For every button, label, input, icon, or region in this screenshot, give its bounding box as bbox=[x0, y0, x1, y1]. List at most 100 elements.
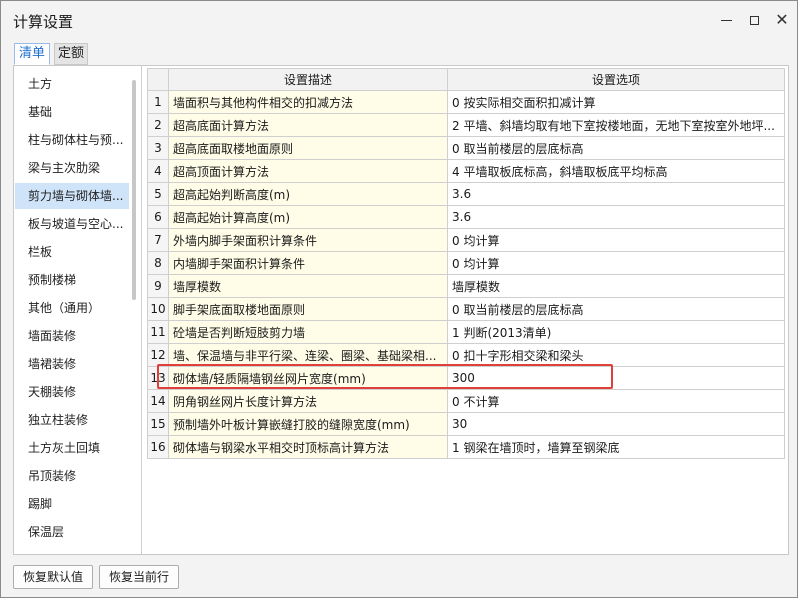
row-option[interactable]: 3.6 bbox=[447, 205, 785, 229]
row-option[interactable]: 0 按实际相交面积扣减计算 bbox=[447, 90, 785, 114]
settings-grid: 设置描述 设置选项 1 墙面积与其他构件相交的扣减方法 0 按实际相交面积扣减计算 2… bbox=[147, 68, 785, 459]
sidebar-item[interactable]: 土方 bbox=[15, 71, 129, 97]
restore-current-row-button[interactable]: 恢复当前行 bbox=[99, 565, 179, 589]
table-row[interactable]: 1 墙面积与其他构件相交的扣减方法 0 按实际相交面积扣减计算 bbox=[147, 90, 785, 114]
table-row[interactable]: 10 脚手架底面取楼地面原则 0 取当前楼层的层底标高 bbox=[147, 297, 785, 321]
maximize-button[interactable] bbox=[739, 7, 769, 33]
header-option: 设置选项 bbox=[447, 68, 785, 91]
table-row[interactable]: 2 超高底面计算方法 2 平墙、斜墙均取有地下室按楼地面，无地下室按室外地坪... bbox=[147, 113, 785, 137]
settings-panel: 土方 基础 柱与砌体柱与预... 梁与主次肋梁 剪力墙与砌体墙... 板与坡道与空心...… bbox=[13, 65, 789, 555]
row-option[interactable]: 1 判断(2013清单) bbox=[447, 320, 785, 344]
sidebar-item[interactable]: 保温层 bbox=[15, 519, 129, 545]
row-index: 12 bbox=[147, 343, 169, 367]
category-list: 土方 基础 柱与砌体柱与预... 梁与主次肋梁 剪力墙与砌体墙... 板与坡道与空心...… bbox=[15, 67, 140, 553]
row-option[interactable]: 0 均计算 bbox=[447, 228, 785, 252]
row-option[interactable]: 0 均计算 bbox=[447, 251, 785, 275]
close-button[interactable]: ✕ bbox=[767, 7, 797, 33]
sidebar-item[interactable]: 预制楼梯 bbox=[15, 267, 129, 293]
row-description: 外墙内脚手架面积计算条件 bbox=[168, 228, 448, 252]
maximize-icon bbox=[749, 15, 759, 25]
table-row[interactable]: 14 阴角钢丝网片长度计算方法 0 不计算 bbox=[147, 389, 785, 413]
row-option[interactable]: 0 取当前楼层的层底标高 bbox=[447, 136, 785, 160]
row-description: 超高底面取楼地面原则 bbox=[168, 136, 448, 160]
row-index: 11 bbox=[147, 320, 169, 344]
sidebar-item[interactable]: 天棚装修 bbox=[15, 379, 129, 405]
table-row[interactable]: 6 超高起始计算高度(m) 3.6 bbox=[147, 205, 785, 229]
tab-dinge[interactable]: 定额 bbox=[54, 43, 88, 65]
row-description: 砌体墙与钢梁水平相交时顶标高计算方法 bbox=[168, 435, 448, 459]
table-row[interactable]: 16 砌体墙与钢梁水平相交时顶标高计算方法 1 钢梁在墙顶时，墙算至钢梁底 bbox=[147, 435, 785, 459]
table-row[interactable]: 5 超高起始判断高度(m) 3.6 bbox=[147, 182, 785, 206]
row-description: 超高顶面计算方法 bbox=[168, 159, 448, 183]
table-row[interactable]: 15 预制墙外叶板计算嵌缝打胶的缝隙宽度(mm) 30 bbox=[147, 412, 785, 436]
sidebar-item[interactable]: 过梁 bbox=[15, 547, 129, 553]
row-description: 脚手架底面取楼地面原则 bbox=[168, 297, 448, 321]
row-description: 墙面积与其他构件相交的扣减方法 bbox=[168, 90, 448, 114]
row-index: 9 bbox=[147, 274, 169, 298]
row-option[interactable]: 4 平墙取板底标高，斜墙取板底平均标高 bbox=[447, 159, 785, 183]
row-index: 1 bbox=[147, 90, 169, 114]
sidebar-item[interactable]: 墙面装修 bbox=[15, 323, 129, 349]
row-description: 超高起始判断高度(m) bbox=[168, 182, 448, 206]
row-option[interactable]: 0 取当前楼层的层底标高 bbox=[447, 297, 785, 321]
row-option[interactable]: 3.6 bbox=[447, 182, 785, 206]
sidebar-item[interactable]: 梁与主次肋梁 bbox=[15, 155, 129, 181]
sidebar-item[interactable]: 土方灰土回填 bbox=[15, 435, 129, 461]
row-option[interactable]: 1 钢梁在墙顶时，墙算至钢梁底 bbox=[447, 435, 785, 459]
sidebar-item[interactable]: 独立柱装修 bbox=[15, 407, 129, 433]
row-description: 阴角钢丝网片长度计算方法 bbox=[168, 389, 448, 413]
row-index: 14 bbox=[147, 389, 169, 413]
sidebar-scrollbar-thumb[interactable] bbox=[132, 80, 136, 300]
table-row[interactable]: 7 外墙内脚手架面积计算条件 0 均计算 bbox=[147, 228, 785, 252]
table-row[interactable]: 4 超高顶面计算方法 4 平墙取板底标高，斜墙取板底平均标高 bbox=[147, 159, 785, 183]
panel-divider bbox=[141, 66, 142, 554]
restore-default-button[interactable]: 恢复默认值 bbox=[13, 565, 93, 589]
row-index: 15 bbox=[147, 412, 169, 436]
row-index: 6 bbox=[147, 205, 169, 229]
sidebar-item[interactable]: 基础 bbox=[15, 99, 129, 125]
table-row[interactable]: 13 砌体墙/轻质隔墙钢丝网片宽度(mm) 300 bbox=[147, 366, 785, 390]
row-option[interactable]: 300 bbox=[447, 366, 785, 390]
row-description: 墙、保温墙与非平行梁、连梁、圈梁、基础梁相... bbox=[168, 343, 448, 367]
table-row[interactable]: 11 砼墙是否判断短肢剪力墙 1 判断(2013清单) bbox=[147, 320, 785, 344]
row-index: 3 bbox=[147, 136, 169, 160]
minimize-icon bbox=[720, 19, 732, 21]
row-option[interactable]: 30 bbox=[447, 412, 785, 436]
sidebar-item[interactable]: 踢脚 bbox=[15, 491, 129, 517]
sidebar-item[interactable]: 吊顶装修 bbox=[15, 463, 129, 489]
table-row[interactable]: 9 墙厚模数 墙厚模数 bbox=[147, 274, 785, 298]
sidebar-item[interactable]: 墙裙装修 bbox=[15, 351, 129, 377]
row-description: 超高起始计算高度(m) bbox=[168, 205, 448, 229]
row-index: 10 bbox=[147, 297, 169, 321]
row-description: 预制墙外叶板计算嵌缝打胶的缝隙宽度(mm) bbox=[168, 412, 448, 436]
table-row[interactable]: 12 墙、保温墙与非平行梁、连梁、圈梁、基础梁相... 0 扣十字形相交梁和梁头 bbox=[147, 343, 785, 367]
sidebar-item[interactable]: 板与坡道与空心... bbox=[15, 211, 129, 237]
row-description: 墙厚模数 bbox=[168, 274, 448, 298]
close-icon: ✕ bbox=[775, 10, 789, 29]
row-index: 5 bbox=[147, 182, 169, 206]
row-description: 砌体墙/轻质隔墙钢丝网片宽度(mm) bbox=[168, 366, 448, 390]
row-option[interactable]: 0 不计算 bbox=[447, 389, 785, 413]
sidebar-item[interactable]: 剪力墙与砌体墙... bbox=[15, 183, 129, 209]
table-row[interactable]: 3 超高底面取楼地面原则 0 取当前楼层的层底标高 bbox=[147, 136, 785, 160]
title-bar: 计算设置 ✕ bbox=[1, 1, 797, 41]
row-option[interactable]: 墙厚模数 bbox=[447, 274, 785, 298]
sidebar-item[interactable]: 柱与砌体柱与预... bbox=[15, 127, 129, 153]
sidebar-item[interactable]: 栏板 bbox=[15, 239, 129, 265]
row-index: 13 bbox=[147, 366, 169, 390]
row-description: 砼墙是否判断短肢剪力墙 bbox=[168, 320, 448, 344]
row-option[interactable]: 2 平墙、斜墙均取有地下室按楼地面，无地下室按室外地坪... bbox=[447, 113, 785, 137]
row-index: 7 bbox=[147, 228, 169, 252]
row-index: 2 bbox=[147, 113, 169, 137]
row-index: 16 bbox=[147, 435, 169, 459]
tab-qingdan[interactable]: 清单 bbox=[14, 43, 50, 65]
window-title: 计算设置 bbox=[13, 13, 74, 31]
row-description: 内墙脚手架面积计算条件 bbox=[168, 251, 448, 275]
row-option[interactable]: 0 扣十字形相交梁和梁头 bbox=[447, 343, 785, 367]
row-index: 8 bbox=[147, 251, 169, 275]
row-description: 超高底面计算方法 bbox=[168, 113, 448, 137]
grid-header-row: 设置描述 设置选项 bbox=[147, 68, 785, 91]
sidebar-item[interactable]: 其他（通用） bbox=[15, 295, 129, 321]
table-row[interactable]: 8 内墙脚手架面积计算条件 0 均计算 bbox=[147, 251, 785, 275]
minimize-button[interactable] bbox=[711, 7, 741, 33]
